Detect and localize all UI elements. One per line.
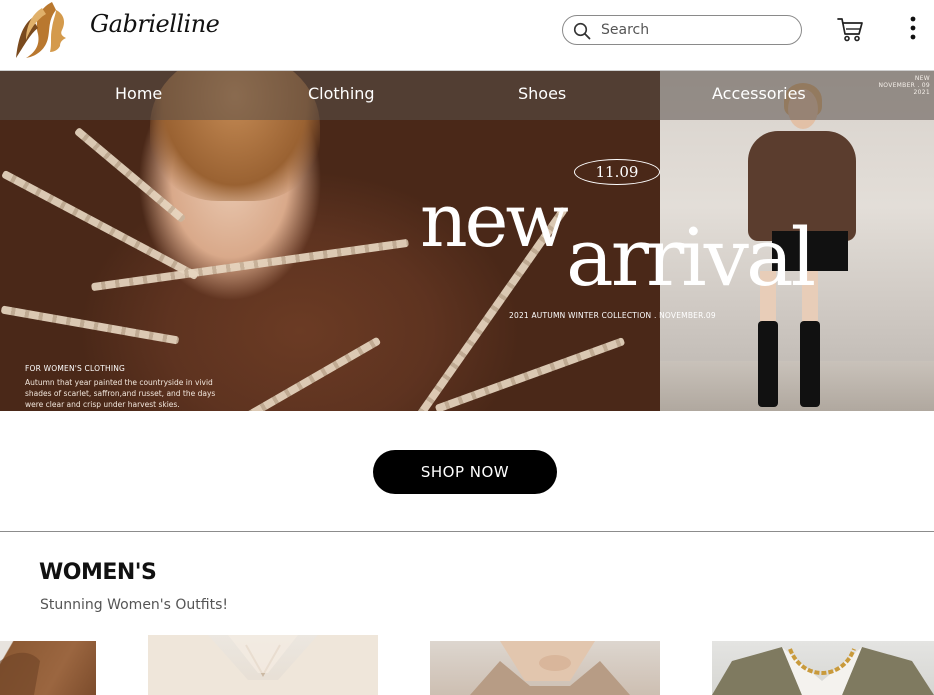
women-section-subtitle: Stunning Women's Outfits! xyxy=(40,597,228,613)
product-card[interactable] xyxy=(712,641,934,695)
nav-item-shoes[interactable]: Shoes xyxy=(518,84,566,103)
nav-item-clothing[interactable]: Clothing xyxy=(308,84,375,103)
hero-women-title: FOR WOMEN'S CLOTHING xyxy=(25,364,126,373)
product-image xyxy=(712,647,934,695)
corner-line: NOVEMBER . 09 xyxy=(878,82,930,89)
section-divider xyxy=(0,531,934,532)
women-section-title: WOMEN'S xyxy=(39,560,157,585)
corner-line: NEW xyxy=(914,75,930,82)
sweater-stripe xyxy=(0,169,200,281)
hero-headline-arrival: arrival xyxy=(566,211,816,304)
hero-corner-note: NEW NOVEMBER . 09 2021 xyxy=(878,75,930,96)
sweater-stripe xyxy=(0,305,180,345)
corner-line: 2021 xyxy=(913,89,930,96)
product-image xyxy=(148,635,378,695)
product-image xyxy=(0,652,40,695)
more-vertical-icon[interactable] xyxy=(904,14,922,44)
cart-icon[interactable] xyxy=(836,15,864,43)
product-image xyxy=(470,641,630,695)
shop-now-button[interactable]: SHOP NOW xyxy=(373,450,557,494)
nav-item-accessories[interactable]: Accessories xyxy=(712,84,806,103)
product-card[interactable] xyxy=(0,641,96,695)
studio-floor xyxy=(660,361,934,411)
hero-date-badge: 11.09 xyxy=(574,159,660,185)
main-nav: Home Clothing Shoes Accessories NEW NOVE… xyxy=(0,71,934,120)
search-input[interactable] xyxy=(601,20,791,40)
search-icon[interactable] xyxy=(573,22,591,40)
sweater-stripe xyxy=(238,336,382,411)
product-card[interactable] xyxy=(148,635,378,695)
hero-women-text: Autumn that year painted the countryside… xyxy=(25,378,216,409)
search-bar[interactable] xyxy=(562,15,802,45)
product-card[interactable] xyxy=(430,641,660,695)
nav-item-home[interactable]: Home xyxy=(115,84,162,103)
hero-banner[interactable]: Home Clothing Shoes Accessories NEW NOVE… xyxy=(0,71,934,411)
woman-profile-logo-icon[interactable] xyxy=(12,0,70,62)
model-boot xyxy=(800,321,820,407)
model-boot xyxy=(758,321,778,407)
hero-headline-new: new xyxy=(420,178,569,264)
brand-name[interactable]: Gabrielline xyxy=(90,10,220,38)
site-header: Gabrielline xyxy=(0,0,934,71)
hero-collection-line: 2021 AUTUMN WINTER COLLECTION . NOVEMBER… xyxy=(509,311,716,320)
